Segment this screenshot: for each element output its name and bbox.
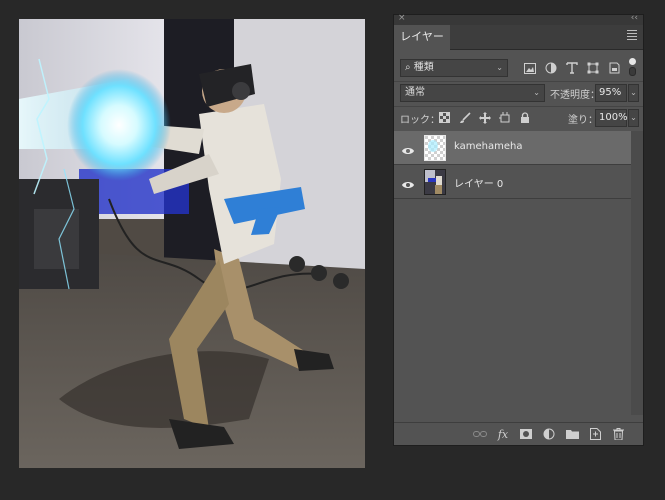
shape-filter-icon[interactable] bbox=[585, 61, 600, 76]
opacity-input[interactable]: 95% bbox=[595, 84, 627, 102]
eye-visibility-icon[interactable] bbox=[401, 142, 415, 154]
adjustment-filter-icon[interactable] bbox=[543, 61, 558, 76]
chevron-down-icon: ⌄ bbox=[533, 88, 540, 97]
fill-label: 塗り： bbox=[568, 115, 598, 126]
layer-name[interactable]: kamehameha bbox=[454, 141, 522, 152]
blend-mode-value: 通常 bbox=[405, 87, 425, 98]
filter-toggle-switch[interactable] bbox=[629, 58, 637, 78]
layer-list-scrollbar[interactable] bbox=[631, 131, 643, 415]
new-layer-icon[interactable] bbox=[588, 427, 602, 441]
lock-position-move-icon[interactable] bbox=[478, 110, 491, 125]
lock-row: ロック： 塗り： 100% ⌄ bbox=[400, 109, 639, 127]
add-mask-icon[interactable] bbox=[519, 427, 533, 441]
collapse-panel-icon[interactable]: ‹‹ bbox=[631, 13, 638, 23]
type-filter-icon[interactable] bbox=[564, 61, 579, 76]
filter-row: ⌕ 種類 ⌄ bbox=[400, 58, 637, 78]
layer-thumbnail bbox=[424, 135, 446, 161]
layer-list: kamehameha レイヤー 0 bbox=[394, 131, 631, 199]
opacity-dropdown-icon[interactable]: ⌄ bbox=[628, 84, 639, 102]
blend-row: 通常 ⌄ 不透明度： 95% ⌄ bbox=[400, 84, 639, 102]
lock-transparent-pixels-icon[interactable] bbox=[438, 110, 451, 125]
close-panel-icon[interactable]: × bbox=[398, 13, 406, 23]
document-canvas[interactable] bbox=[19, 19, 365, 468]
chevron-down-icon: ⌄ bbox=[496, 63, 503, 72]
opacity-label: 不透明度： bbox=[550, 90, 600, 101]
tab-layers[interactable]: レイヤー bbox=[394, 25, 450, 50]
panel-title-bar[interactable]: × ‹‹ bbox=[394, 13, 643, 25]
layer-name[interactable]: レイヤー 0 bbox=[454, 175, 503, 190]
filter-kind-select[interactable]: ⌕ 種類 ⌄ bbox=[400, 59, 508, 77]
link-layers-icon[interactable] bbox=[473, 427, 487, 441]
fill-input[interactable]: 100% bbox=[595, 109, 628, 127]
blend-mode-select[interactable]: 通常 ⌄ bbox=[400, 84, 545, 102]
lock-artboard-icon[interactable] bbox=[498, 110, 511, 125]
photo-layer-image bbox=[19, 19, 365, 468]
panel-footer: fx bbox=[394, 422, 643, 445]
adjustment-layer-icon[interactable] bbox=[542, 427, 556, 441]
search-icon: ⌕ bbox=[405, 62, 411, 73]
lock-all-icon[interactable] bbox=[518, 110, 531, 125]
fx-icon[interactable]: fx bbox=[496, 427, 510, 441]
image-filter-icon[interactable] bbox=[522, 61, 537, 76]
panel-tab-bar: レイヤー bbox=[394, 25, 643, 50]
layer-thumbnail bbox=[424, 169, 446, 195]
layers-panel: × ‹‹ レイヤー ⌕ 種類 ⌄ 通常 ⌄ 不透明度： 95% ⌄ ロック： 塗… bbox=[393, 13, 644, 446]
lock-label: ロック： bbox=[400, 115, 440, 126]
panel-menu-icon[interactable] bbox=[627, 30, 637, 42]
eye-visibility-icon[interactable] bbox=[401, 176, 415, 188]
layer-row-kamehameha[interactable]: kamehameha bbox=[394, 131, 631, 165]
smart-object-filter-icon[interactable] bbox=[606, 61, 621, 76]
lock-image-pixels-brush-icon[interactable] bbox=[458, 110, 471, 125]
trash-icon[interactable] bbox=[611, 427, 625, 441]
fill-dropdown-icon[interactable]: ⌄ bbox=[628, 109, 639, 127]
filter-kind-label: 種類 bbox=[413, 62, 434, 73]
layer-row-layer-0[interactable]: レイヤー 0 bbox=[394, 165, 631, 199]
group-folder-icon[interactable] bbox=[565, 427, 579, 441]
